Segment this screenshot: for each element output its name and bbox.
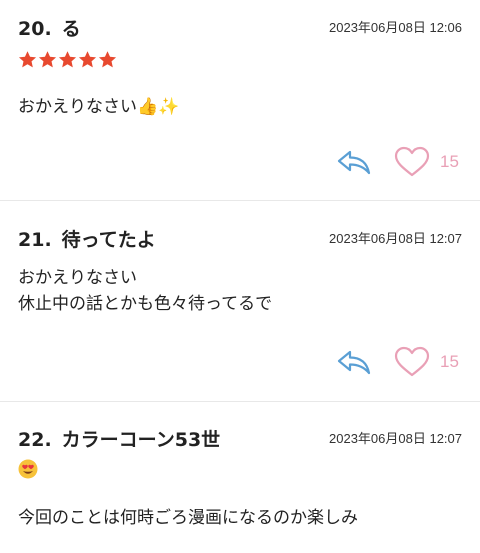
comment-author: る [61, 18, 81, 40]
thumbs-up-sparkles-emoji: 👍✨ [137, 97, 180, 117]
comment-text-line: 休止中の話とかも色々待ってるで [18, 294, 273, 314]
comment-author: 待ってたよ [61, 229, 156, 251]
like-count: 15 [440, 152, 459, 171]
comment-number: 22. [18, 429, 52, 451]
star-icon [38, 51, 57, 68]
comment-text-line: おかえりなさい [18, 268, 137, 288]
star-icon [18, 51, 37, 68]
reply-icon[interactable] [336, 348, 372, 376]
comment-number: 20. [18, 18, 52, 40]
star-rating [18, 50, 117, 69]
comment-date: 2023年06月08日 12:07 [329, 431, 462, 446]
star-icon [58, 51, 77, 68]
divider [0, 200, 480, 201]
like-count: 15 [440, 352, 459, 371]
comment-actions: 15 [336, 346, 462, 378]
star-icon [98, 51, 117, 68]
comment-header: 20. る [18, 14, 81, 41]
heart-icon[interactable] [394, 146, 430, 178]
star-icon [78, 51, 97, 68]
comment-body: おかえりなさい 休止中の話とかも色々待ってるで [18, 265, 272, 317]
divider [0, 401, 480, 402]
comment-body: おかえりなさい👍✨ [18, 94, 179, 120]
reply-icon[interactable] [336, 148, 372, 176]
comment-date: 2023年06月08日 12:06 [329, 20, 462, 35]
comment-header: 22. カラーコーン53世 [18, 425, 220, 452]
comment-actions: 15 [336, 146, 462, 178]
comment-author: カラーコーン53世 [61, 429, 221, 451]
comment-text-line: 今回のことは何時ごろ漫画になるのか楽しみ [18, 508, 358, 528]
heart-icon[interactable] [394, 346, 430, 378]
comment-number: 21. [18, 229, 52, 251]
comment-text-line: おかえりなさい [18, 97, 137, 117]
comment-header: 21. 待ってたよ [18, 225, 156, 252]
comment-date: 2023年06月08日 12:07 [329, 231, 462, 246]
heart-eyes-emoji [18, 459, 38, 479]
comment-body: 今回のことは何時ごろ漫画になるのか楽しみ [18, 505, 358, 531]
comment-emoji [18, 456, 38, 482]
